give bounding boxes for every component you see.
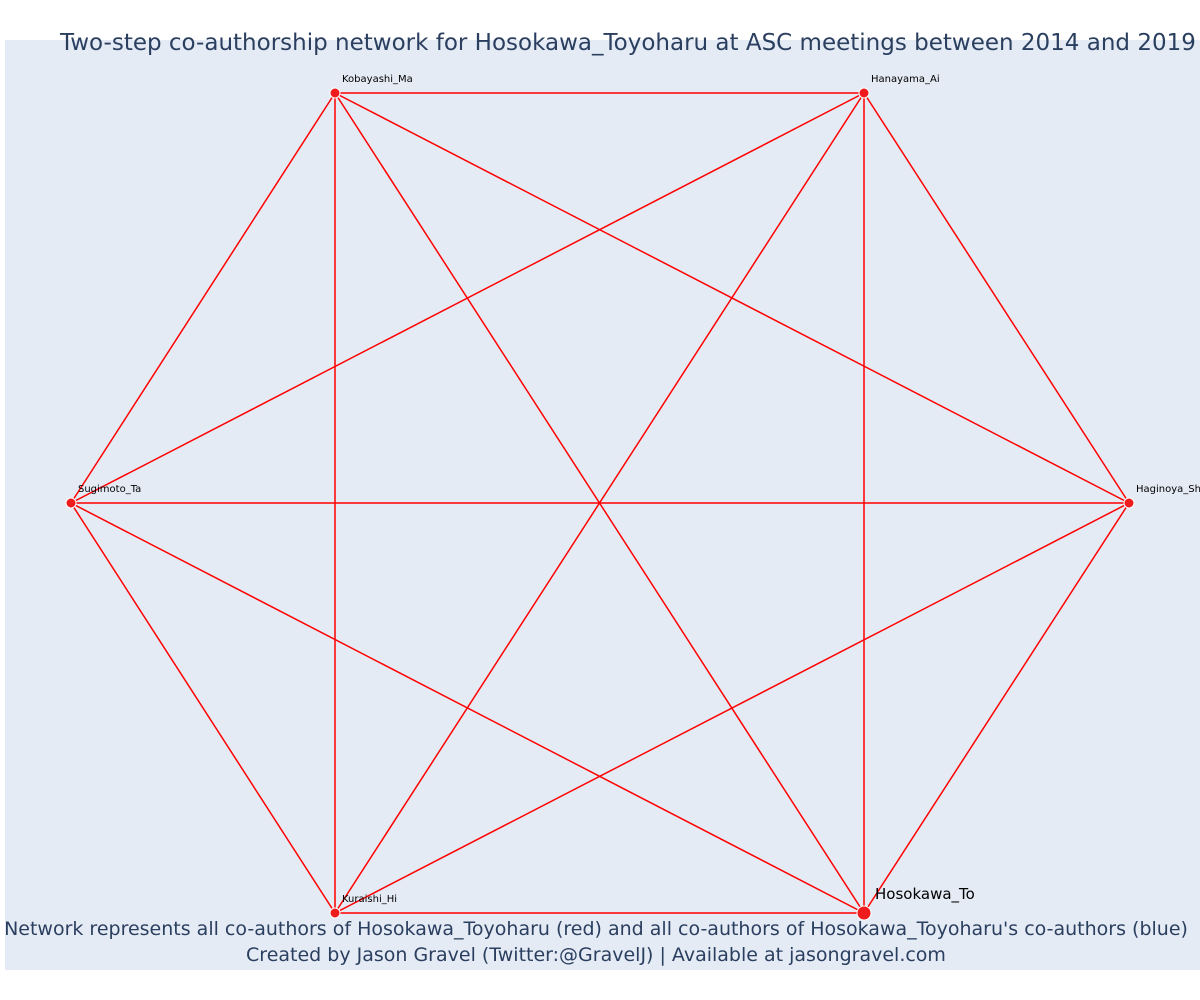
node-kobayashi[interactable]: [329, 87, 341, 99]
footer-credits: Created by Jason Gravel (Twitter:@Gravel…: [246, 944, 946, 966]
network-graph[interactable]: Kobayashi_Ma Hanayama_Ai Sugimoto_Ta Hagino…: [0, 0, 1200, 1000]
edge-hanayama-haginoya: [863, 92, 1130, 504]
node-label-haginoya: Haginoya_Sh: [1136, 484, 1200, 495]
edge-hanayama-sugimoto: [70, 92, 865, 504]
node-kuraishi[interactable]: [329, 907, 341, 919]
edge-kobayashi-sugimoto: [70, 92, 336, 504]
node-label-hanayama: Hanayama_Ai: [871, 74, 940, 85]
edges-layer: [70, 92, 1130, 914]
footer-description: Network represents all co-authors of Hos…: [4, 918, 1188, 940]
edge-haginoya-kuraishi: [334, 502, 1130, 914]
node-sugimoto[interactable]: [65, 497, 77, 509]
edge-sugimoto-hosokawa: [70, 502, 865, 914]
node-hanayama[interactable]: [858, 87, 870, 99]
edge-sugimoto-kuraishi: [70, 502, 336, 914]
edge-haginoya-hosokawa: [863, 502, 1130, 914]
node-label-hosokawa: Hosokawa_To: [875, 885, 975, 904]
node-haginoya[interactable]: [1123, 497, 1135, 509]
node-label-kuraishi: Kuraishi_Hi: [342, 894, 397, 905]
node-label-kobayashi: Kobayashi_Ma: [342, 74, 413, 85]
node-label-sugimoto: Sugimoto_Ta: [78, 484, 141, 495]
